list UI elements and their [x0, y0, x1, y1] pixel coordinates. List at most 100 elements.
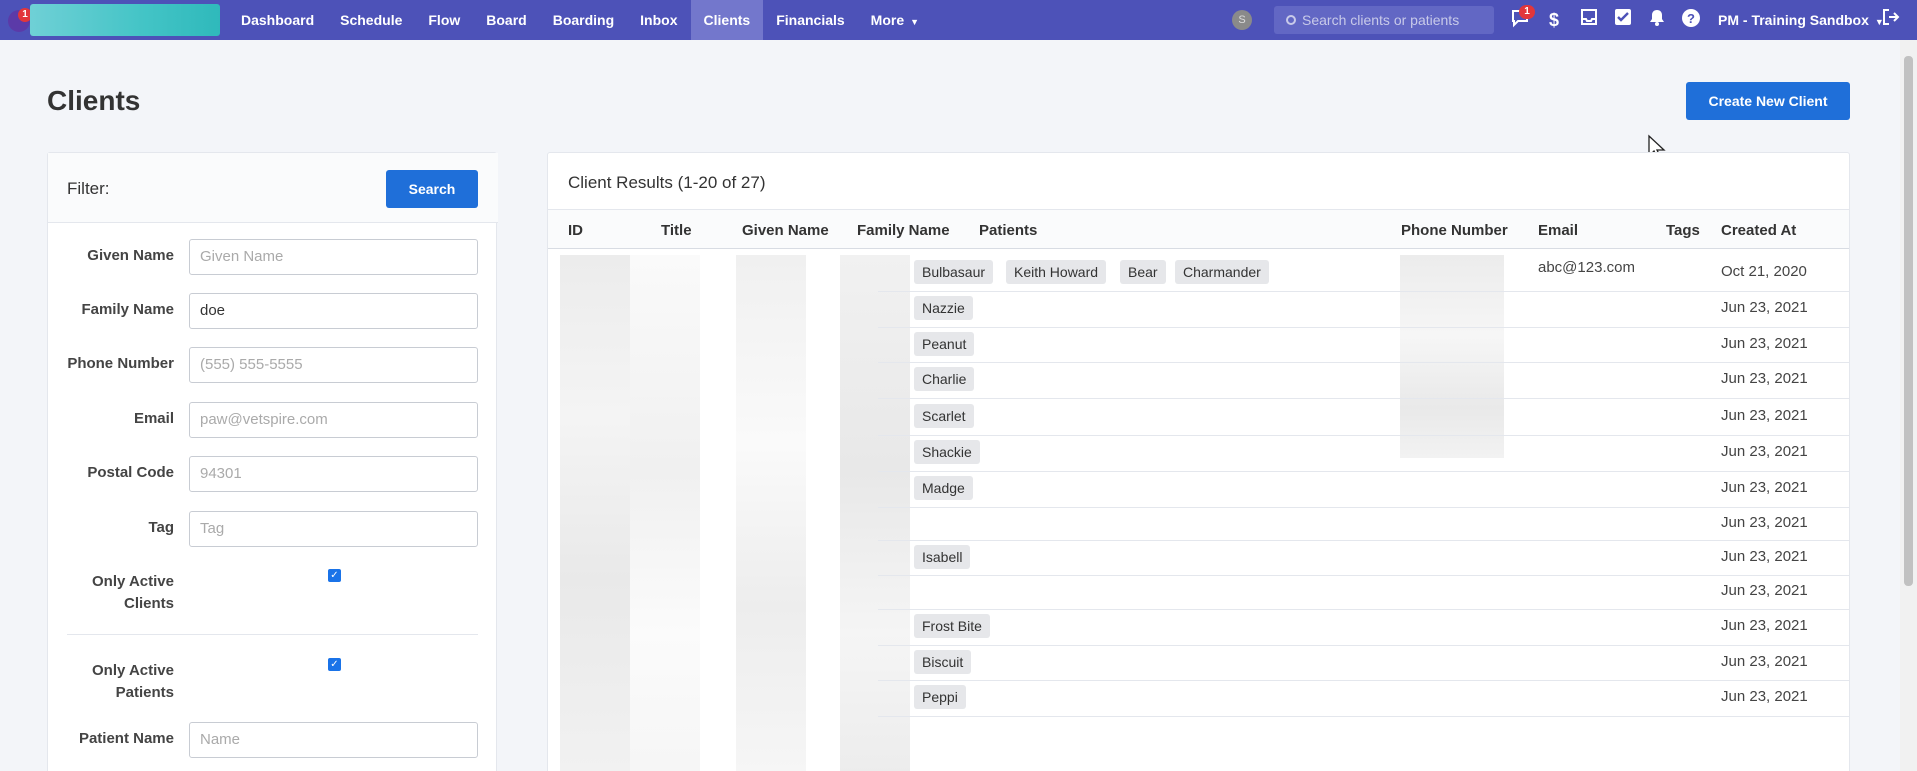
email-label: Email: [133, 410, 174, 427]
patient-tag[interactable]: Frost Bite: [914, 614, 990, 638]
row-divider: [878, 609, 1849, 610]
created-at-cell: Jun 23, 2021: [1721, 299, 1808, 316]
org-switcher[interactable]: PM - Training Sandbox ▼: [1718, 0, 1884, 40]
bell-icon[interactable]: [1645, 8, 1669, 32]
patient-tag[interactable]: Bulbasaur: [914, 260, 994, 284]
nav-schedule[interactable]: Schedule: [327, 0, 415, 40]
family-name-input[interactable]: doe: [189, 293, 478, 329]
user-avatar[interactable]: S: [1232, 10, 1252, 30]
created-at-cell: Jun 23, 2021: [1721, 334, 1808, 352]
row-divider: [878, 507, 1849, 508]
postal-code-label: Postal Code: [87, 464, 174, 481]
nav-boarding[interactable]: Boarding: [540, 0, 627, 40]
only-active-patients-label: Only Active Patients: [54, 660, 174, 704]
only-active-clients-label: Only Active Clients: [54, 571, 174, 615]
patient-tag[interactable]: Peanut: [914, 331, 975, 356]
row-divider: [878, 327, 1849, 328]
page-scrollbar[interactable]: [1900, 40, 1917, 771]
postal-code-input[interactable]: 94301: [189, 456, 478, 492]
patient-tag[interactable]: Shackie: [914, 440, 980, 464]
create-new-client-button[interactable]: Create New Client: [1686, 82, 1850, 120]
patient-tag[interactable]: Biscuit: [914, 649, 972, 674]
only-active-clients-label-line1: Only Active: [92, 573, 174, 590]
col-family-name[interactable]: Family Name: [857, 222, 950, 239]
created-at-cell: Jun 23, 2021: [1721, 617, 1808, 634]
checkbox-icon[interactable]: [1611, 8, 1635, 32]
only-active-patients-label-line1: Only Active: [92, 662, 174, 679]
created-at-cell: Jun 23, 2021: [1721, 479, 1808, 496]
scrollbar-thumb[interactable]: [1904, 56, 1913, 586]
nav-inbox[interactable]: Inbox: [627, 0, 690, 40]
created-at-cell: Jun 23, 2021: [1721, 443, 1808, 460]
row-divider: [878, 716, 1849, 717]
email-input[interactable]: paw@vetspire.com: [189, 402, 478, 438]
filter-divider: [67, 634, 478, 635]
results-table-header: ID Title Given Name Family Name Patients…: [548, 209, 1849, 249]
patient-tag[interactable]: Scarlet: [914, 403, 974, 428]
given-name-input[interactable]: Given Name: [189, 239, 478, 275]
help-icon[interactable]: ?: [1679, 8, 1703, 32]
given-name-label: Given Name: [87, 247, 174, 264]
row-1-email[interactable]: abc@123.com: [1538, 259, 1635, 276]
dollar-icon[interactable]: $: [1542, 8, 1566, 32]
family-name-label: Family Name: [81, 301, 174, 318]
patient-tag[interactable]: Peppi: [914, 685, 966, 709]
nav-flow[interactable]: Flow: [415, 0, 473, 40]
col-given-name[interactable]: Given Name: [742, 222, 829, 239]
messages-badge: 1: [1519, 5, 1535, 19]
patient-tag[interactable]: Charlie: [914, 367, 975, 391]
row-divider: [878, 575, 1849, 576]
created-at-cell: Jun 23, 2021: [1721, 547, 1808, 565]
nav-dashboard[interactable]: Dashboard: [228, 0, 327, 40]
patient-tag[interactable]: Madge: [914, 476, 973, 500]
created-at-cell: Jun 23, 2021: [1721, 370, 1808, 387]
col-id[interactable]: ID: [568, 222, 583, 239]
global-search-input[interactable]: Search clients or patients: [1274, 6, 1494, 34]
inbox-tray-icon[interactable]: [1577, 8, 1601, 32]
org-name: PM - Training Sandbox: [1718, 12, 1869, 28]
nav-more-label: More: [870, 12, 905, 28]
nav-board[interactable]: Board: [473, 0, 539, 40]
results-title: Client Results (1-20 of 27): [568, 173, 766, 192]
patient-tag[interactable]: Bear: [1120, 260, 1166, 284]
top-navbar: 1 Dashboard Schedule Flow Board Boarding…: [0, 0, 1917, 40]
redacted-id-column: [560, 255, 630, 771]
only-active-patients-checkbox[interactable]: ✓: [328, 658, 341, 671]
patient-name-label: Patient Name: [78, 730, 174, 747]
row-divider: [878, 291, 1849, 292]
phone-number-input[interactable]: (555) 555-5555: [189, 347, 478, 383]
only-active-clients-label-line2: Clients: [123, 595, 174, 612]
row-divider: [878, 645, 1849, 646]
only-active-clients-checkbox[interactable]: ✓: [328, 569, 341, 582]
logout-icon[interactable]: [1879, 8, 1903, 32]
created-at-cell: Jun 23, 2021: [1721, 513, 1808, 531]
chevron-down-icon: ▼: [910, 17, 920, 27]
col-created-at[interactable]: Created At: [1721, 222, 1796, 239]
tag-input[interactable]: Tag: [189, 511, 478, 547]
patient-name-input[interactable]: Name: [189, 722, 478, 758]
nav-clients[interactable]: Clients: [690, 0, 764, 40]
nav-financials[interactable]: Financials: [763, 0, 857, 40]
brand-logo[interactable]: 1: [4, 4, 220, 36]
patient-tag[interactable]: Keith Howard: [1006, 260, 1107, 284]
row-divider: [878, 435, 1849, 436]
col-title[interactable]: Title: [661, 222, 692, 239]
search-button[interactable]: Search: [386, 170, 478, 208]
brand-logo-banner: [30, 4, 220, 36]
filter-header: Filter: Search: [48, 153, 498, 223]
col-phone-number[interactable]: Phone Number: [1401, 222, 1508, 239]
nav-more[interactable]: More ▼: [858, 0, 932, 40]
patient-tag[interactable]: Charmander: [1175, 260, 1269, 284]
col-patients[interactable]: Patients: [979, 222, 1037, 239]
patient-tag[interactable]: Isabell: [914, 544, 971, 569]
redacted-given-name-column: [736, 255, 806, 771]
row-divider: [878, 540, 1849, 541]
created-at-cell: Jun 23, 2021: [1721, 582, 1808, 599]
redacted-phone-column: [1400, 255, 1504, 458]
patient-tag[interactable]: Nazzie: [914, 296, 973, 320]
created-at-cell: Oct 21, 2020: [1721, 263, 1807, 280]
col-tags[interactable]: Tags: [1666, 222, 1700, 239]
filter-title: Filter:: [67, 179, 110, 198]
col-email[interactable]: Email: [1538, 222, 1578, 239]
created-at-cell: Jun 23, 2021: [1721, 406, 1808, 424]
